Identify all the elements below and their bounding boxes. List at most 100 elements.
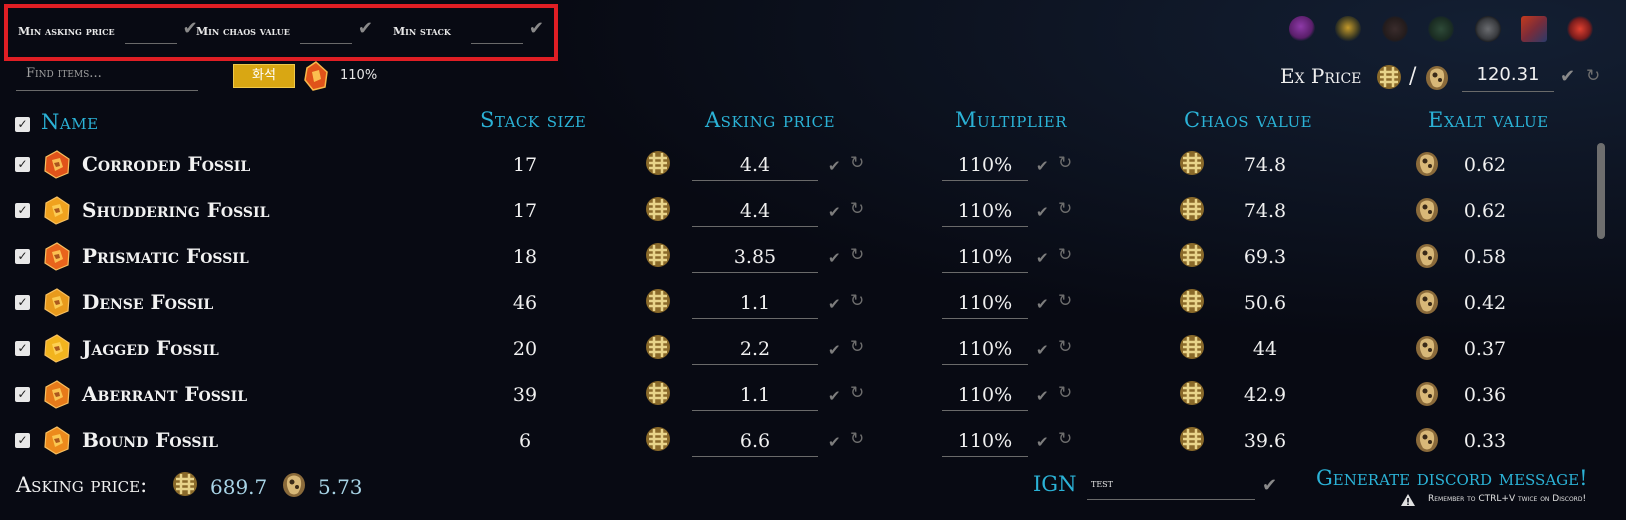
check-icon[interactable]: ✔ — [1036, 433, 1049, 451]
check-icon[interactable]: ✔ — [1262, 477, 1277, 495]
check-icon[interactable]: ✔ — [1036, 341, 1049, 359]
check-icon[interactable]: ✔ — [1036, 387, 1049, 405]
discord-reminder: Remember to CTRL+V twice on Discord! — [1428, 494, 1587, 504]
refresh-icon[interactable]: ↻ — [850, 339, 864, 356]
row-checkbox[interactable]: ✓ — [15, 203, 30, 218]
check-icon[interactable]: ✔ — [828, 157, 841, 175]
multiplier-input[interactable]: 110% — [942, 241, 1028, 273]
category-icon-5[interactable] — [1475, 16, 1501, 42]
fossil-icon — [44, 196, 70, 225]
category-icon-7[interactable] — [1567, 16, 1593, 42]
chaos-orb-icon — [1177, 286, 1207, 316]
ign-input[interactable]: test — [1087, 470, 1255, 500]
row-checkbox[interactable]: ✓ — [15, 433, 30, 448]
min-stack-filter: Min stack ✔ — [393, 16, 544, 44]
multiplier-input[interactable]: 110% — [942, 333, 1028, 365]
refresh-icon[interactable]: ↻ — [850, 431, 864, 448]
category-icon-4[interactable] — [1428, 16, 1454, 42]
refresh-icon[interactable]: ↻ — [850, 385, 864, 402]
select-all-checkbox[interactable]: ✓ — [15, 117, 30, 132]
asking-price-input[interactable]: 1.1 — [692, 379, 818, 411]
language-toggle-button[interactable]: 화석 — [233, 64, 295, 88]
asking-price-input[interactable]: 2.2 — [692, 333, 818, 365]
chaos-orb-icon — [1177, 194, 1207, 224]
check-icon[interactable]: ✔ — [828, 387, 841, 405]
multiplier-input[interactable]: 110% — [942, 287, 1028, 319]
chaos-orb-icon — [643, 240, 673, 270]
min-chaos-value-input[interactable] — [299, 18, 352, 44]
header-exalt-value[interactable]: Exalt value — [1428, 108, 1549, 132]
check-icon[interactable]: ✔ — [828, 341, 841, 359]
chaos-orb-icon — [1177, 424, 1207, 454]
check-icon[interactable]: ✔ — [828, 433, 841, 451]
check-icon[interactable]: ✔ — [828, 203, 841, 221]
header-stack-size[interactable]: Stack size — [480, 108, 586, 132]
refresh-icon[interactable]: ↻ — [1058, 155, 1072, 172]
asking-price-input[interactable]: 6.6 — [692, 425, 818, 457]
check-icon[interactable]: ✔ — [1560, 68, 1575, 86]
refresh-icon[interactable]: ↻ — [1586, 68, 1600, 85]
row-checkbox[interactable]: ✓ — [15, 341, 30, 356]
refresh-icon[interactable]: ↻ — [1058, 431, 1072, 448]
header-name[interactable]: Name — [41, 110, 99, 134]
refresh-icon[interactable]: ↻ — [1058, 385, 1072, 402]
min-stack-input[interactable] — [470, 18, 523, 44]
refresh-icon[interactable]: ↻ — [850, 293, 864, 310]
check-icon[interactable]: ✔ — [828, 249, 841, 267]
exalted-orb-icon — [1412, 332, 1442, 362]
row-checkbox[interactable]: ✓ — [15, 157, 30, 172]
header-asking-price[interactable]: Asking price — [705, 108, 835, 132]
stack-size: 39 — [512, 384, 538, 406]
generate-discord-message-button[interactable]: Generate discord message! — [1316, 466, 1588, 490]
category-icon-2[interactable] — [1335, 16, 1361, 42]
multiplier-input[interactable]: 110% — [942, 195, 1028, 227]
header-chaos-value[interactable]: Chaos value — [1184, 108, 1312, 132]
category-icon-6[interactable] — [1521, 16, 1547, 42]
multiplier-input[interactable]: 110% — [942, 425, 1028, 457]
refresh-icon[interactable]: ↻ — [1058, 339, 1072, 356]
asking-price-input[interactable]: 4.4 — [692, 195, 818, 227]
ex-price-label: Ex Price — [1280, 64, 1362, 88]
row-checkbox[interactable]: ✓ — [15, 295, 30, 310]
min-chaos-value-filter: Min chaos value ✔ — [196, 16, 373, 44]
find-items-input[interactable]: Find items... — [16, 64, 198, 91]
ign-label: IGN — [1033, 472, 1077, 496]
category-icon-3[interactable] — [1382, 16, 1408, 42]
row-checkbox[interactable]: ✓ — [15, 249, 30, 264]
chaos-orb-icon — [643, 378, 673, 408]
row-checkbox[interactable]: ✓ — [15, 387, 30, 402]
chaos-orb-icon — [643, 194, 673, 224]
min-asking-price-input[interactable] — [124, 18, 177, 44]
refresh-icon[interactable]: ↻ — [1058, 247, 1072, 264]
header-multiplier[interactable]: Multiplier — [955, 108, 1067, 132]
exalt-value: 0.58 — [1463, 246, 1507, 268]
chaos-orb-icon — [1177, 378, 1207, 408]
table-row: ✓ Aberrant Fossil 39 1.1 ✔ ↻ 110% ✔ ↻ 42… — [0, 379, 1626, 425]
chaos-value: 74.8 — [1243, 200, 1287, 222]
item-name: Prismatic Fossil — [82, 244, 249, 268]
chaos-orb-icon — [643, 332, 673, 362]
asking-price-input[interactable]: 4.4 — [692, 149, 818, 181]
asking-price-input[interactable]: 3.85 — [692, 241, 818, 273]
check-icon[interactable]: ✔ — [1036, 295, 1049, 313]
check-icon[interactable]: ✔ — [358, 20, 373, 44]
ex-price-input[interactable]: 120.31 — [1462, 64, 1554, 92]
multiplier-input[interactable]: 110% — [942, 149, 1028, 181]
category-icon-1[interactable] — [1289, 16, 1315, 42]
exalted-orb-icon — [1412, 378, 1442, 408]
check-icon[interactable]: ✔ — [1036, 157, 1049, 175]
refresh-icon[interactable]: ↻ — [1058, 293, 1072, 310]
check-icon[interactable]: ✔ — [828, 295, 841, 313]
refresh-icon[interactable]: ↻ — [850, 201, 864, 218]
min-chaos-value-label: Min chaos value — [196, 25, 290, 38]
asking-price-input[interactable]: 1.1 — [692, 287, 818, 319]
check-icon[interactable]: ✔ — [529, 20, 544, 44]
check-icon[interactable]: ✔ — [1036, 203, 1049, 221]
refresh-icon[interactable]: ↻ — [850, 247, 864, 264]
refresh-icon[interactable]: ↻ — [850, 155, 864, 172]
scrollbar-thumb[interactable] — [1597, 143, 1605, 239]
refresh-icon[interactable]: ↻ — [1058, 201, 1072, 218]
check-icon[interactable]: ✔ — [1036, 249, 1049, 267]
multiplier-input[interactable]: 110% — [942, 379, 1028, 411]
min-asking-price-filter: Min asking price ✔ — [18, 16, 198, 44]
